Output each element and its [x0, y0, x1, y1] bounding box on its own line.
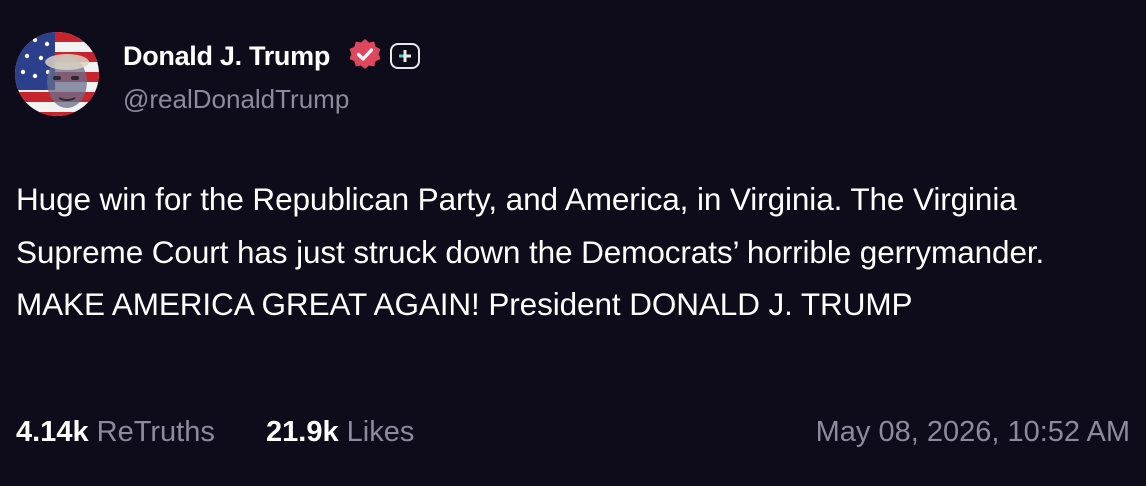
verified-badge-icon [348, 38, 382, 72]
post-body-text: Huge win for the Republican Party, and A… [16, 181, 1045, 322]
avatar[interactable] [15, 32, 99, 116]
retruths-count: 4.14k [16, 416, 89, 448]
retruths-label: ReTruths [96, 416, 215, 448]
truth-plus-icon[interactable] [390, 43, 420, 69]
post-card: Donald J. Trump @realDonaldTrump Huge wi… [0, 0, 1146, 486]
author-handle[interactable]: @realDonaldTrump [123, 80, 349, 118]
likes-label: Likes [346, 416, 415, 448]
likes-stat[interactable]: 21.9k Likes [266, 410, 414, 454]
author-display-name[interactable]: Donald J. Trump [123, 36, 330, 76]
post-timestamp[interactable]: May 08, 2026, 10:52 AM [816, 410, 1130, 454]
avatar-image [15, 32, 99, 116]
retruths-stat[interactable]: 4.14k ReTruths [16, 410, 215, 454]
post-footer: 4.14k ReTruths 21.9k Likes May 08, 2026,… [16, 410, 1130, 454]
likes-count: 21.9k [266, 416, 339, 448]
